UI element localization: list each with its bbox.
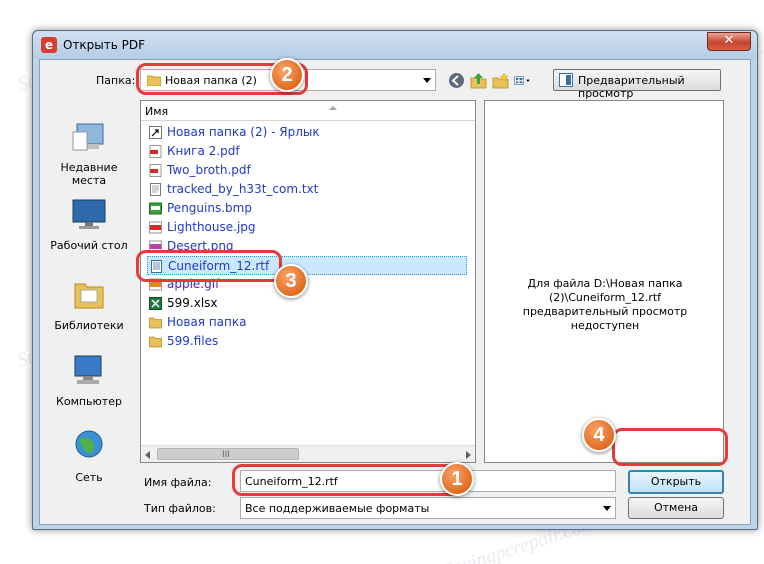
jpg-icon <box>149 221 162 234</box>
chevron-down-icon[interactable] <box>603 506 611 511</box>
file-name: 599.xlsx <box>167 296 218 310</box>
place-computer[interactable]: Компьютер <box>40 352 138 408</box>
preview-toggle-label: Предварительный просмотр <box>578 74 685 100</box>
new-folder-icon[interactable] <box>492 72 509 89</box>
close-icon: ✕ <box>723 33 735 48</box>
column-header-name[interactable]: Имя <box>141 101 475 121</box>
folder-icon <box>149 336 162 348</box>
open-button[interactable]: Открыть <box>628 470 724 494</box>
shortcut-icon <box>149 126 162 139</box>
place-recent[interactable]: Недавние места <box>40 118 138 187</box>
txt-icon <box>150 183 161 196</box>
place-label: Библиотеки <box>54 319 124 332</box>
filetype-value: Все поддерживаемые форматы <box>245 502 430 515</box>
places-bar: Недавние места Рабочий стол Библиотеки К… <box>40 100 138 484</box>
xlsx-icon <box>149 297 162 310</box>
pdf-icon <box>149 145 162 158</box>
preview-toggle-button[interactable]: Предварительный просмотр <box>553 69 721 100</box>
list-item[interactable]: Новая папка (2) - Ярлык <box>147 123 467 142</box>
scroll-thumb[interactable]: III <box>157 448 299 460</box>
up-folder-icon[interactable] <box>470 72 487 89</box>
scroll-right-icon[interactable] <box>466 451 471 459</box>
list-item[interactable]: Lighthouse.jpg <box>147 218 467 237</box>
file-name: Новая папка <box>167 315 247 329</box>
preview-pane: Для файла D:\Новая папка (2)\Cuneiform_1… <box>484 100 724 463</box>
preview-pane-icon <box>559 73 573 87</box>
place-label: Рабочий стол <box>50 239 128 252</box>
filetype-label: Тип файлов: <box>144 502 216 515</box>
computer-icon <box>74 355 102 384</box>
libraries-icon <box>74 283 104 309</box>
place-label: места <box>71 174 107 187</box>
step-badge-4: 4 <box>582 418 616 452</box>
step-badge-2: 2 <box>270 58 304 92</box>
step-badge-1: 1 <box>440 462 474 496</box>
folder-label: Папка: <box>96 74 136 87</box>
preview-unavailable-message: Для файла D:\Новая папка (2)\Cuneiform_1… <box>522 277 688 332</box>
column-header-label: Имя <box>145 105 169 118</box>
file-rows: Новая папка (2) - Ярлык Книга 2.pdf Two_… <box>147 123 467 351</box>
window-title: Открыть PDF <box>63 38 146 52</box>
place-label: Недавние <box>60 161 118 174</box>
highlight-filetype <box>232 464 464 496</box>
file-name: Lighthouse.jpg <box>167 220 256 234</box>
bmp-icon <box>149 202 162 215</box>
recent-places-icon <box>72 123 104 151</box>
list-item[interactable]: Two_broth.pdf <box>147 161 467 180</box>
close-button[interactable]: ✕ <box>707 32 751 51</box>
list-item[interactable]: tracked_by_h33t_com.txt <box>147 180 467 199</box>
app-logo-icon: e <box>41 37 57 53</box>
file-name: Книга 2.pdf <box>167 144 240 158</box>
place-libraries[interactable]: Библиотеки <box>40 276 138 332</box>
highlight-selected-file <box>136 250 282 282</box>
file-name: Новая папка (2) - Ярлык <box>167 125 320 139</box>
cancel-button[interactable]: Отмена <box>628 497 724 519</box>
place-label: Сеть <box>75 471 103 484</box>
list-item[interactable]: 599.xlsx <box>147 294 467 313</box>
place-network[interactable]: Сеть <box>40 428 138 484</box>
pdf-icon <box>149 164 162 177</box>
step-badge-3: 3 <box>274 264 308 298</box>
scroll-grip: III <box>222 450 230 460</box>
horizontal-scrollbar[interactable]: III <box>141 445 475 462</box>
file-name: 599.files <box>167 334 219 348</box>
list-item[interactable]: Книга 2.pdf <box>147 142 467 161</box>
view-menu-icon[interactable] <box>514 72 531 89</box>
scroll-left-icon[interactable] <box>145 451 150 459</box>
back-icon[interactable] <box>448 72 465 89</box>
list-item[interactable]: Penguins.bmp <box>147 199 467 218</box>
file-name: Penguins.bmp <box>167 201 252 215</box>
folder-icon <box>149 317 162 329</box>
file-name: tracked_by_h33t_com.txt <box>167 182 319 196</box>
network-icon <box>75 430 103 458</box>
chevron-down-icon[interactable] <box>423 78 431 83</box>
desktop-icon <box>72 199 106 229</box>
list-item[interactable]: Новая папка <box>147 313 467 332</box>
filetype-dropdown[interactable]: Все поддерживаемые форматы <box>240 497 616 519</box>
list-item[interactable]: 599.files <box>147 332 467 351</box>
place-label: Компьютер <box>56 395 122 408</box>
filename-label: Имя файла: <box>144 476 212 489</box>
title-bar[interactable]: e Открыть PDF ✕ <box>33 31 757 59</box>
sort-arrow-icon <box>329 106 337 110</box>
place-desktop[interactable]: Рабочий стол <box>40 196 138 252</box>
file-name: Two_broth.pdf <box>167 163 251 177</box>
highlight-open-button <box>612 428 728 466</box>
